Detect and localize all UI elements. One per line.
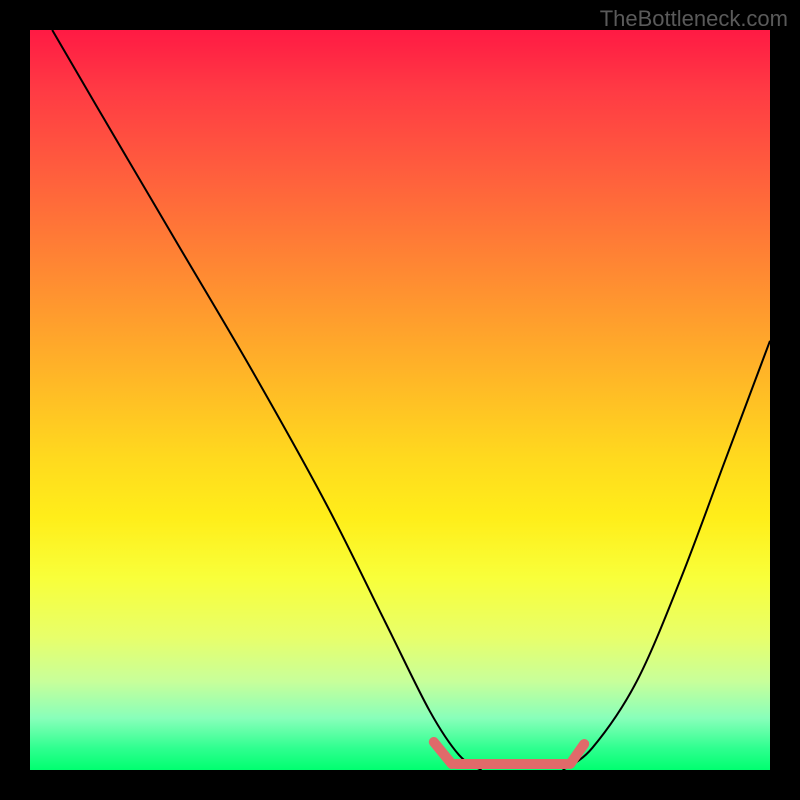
plot-area	[30, 30, 770, 770]
right-curve-line	[563, 341, 770, 770]
watermark-text: TheBottleneck.com	[600, 6, 788, 32]
chart-svg	[30, 30, 770, 770]
left-curve-line	[52, 30, 481, 770]
